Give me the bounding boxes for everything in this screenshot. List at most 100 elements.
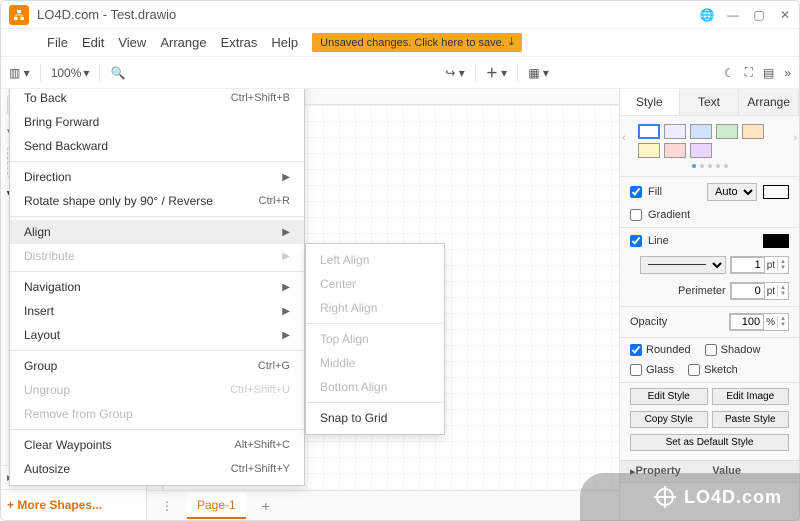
line-checkbox[interactable] [630, 235, 642, 247]
minimize-button[interactable]: — [727, 9, 739, 21]
swatch-next-icon[interactable]: › [793, 132, 797, 144]
swatch-purple[interactable] [690, 143, 712, 158]
connection-icon[interactable]: ↪ ▾ [445, 66, 464, 80]
menu-remove-from-group: Remove from Group [10, 402, 304, 426]
line-color-chip[interactable] [763, 234, 789, 248]
unsaved-changes-banner[interactable]: Unsaved changes. Click here to save. [312, 33, 522, 52]
edit-style-button[interactable]: Edit Style [630, 388, 708, 405]
submenu-top-align: Top Align [306, 327, 444, 351]
fill-color-chip[interactable] [763, 185, 789, 199]
menu-direction[interactable]: Direction▶ [10, 165, 304, 189]
arrange-menu: To FrontCtrl+Shift+F To BackCtrl+Shift+B… [9, 89, 305, 486]
shadow-label: Shadow [721, 344, 761, 356]
theme-icon[interactable]: ☾ [724, 66, 735, 80]
table-icon[interactable]: ▦ ▾ [528, 66, 549, 80]
menu-bring-forward[interactable]: Bring Forward [10, 110, 304, 134]
gradient-label: Gradient [648, 209, 789, 221]
page-menu-icon[interactable]: ⋮ [155, 499, 179, 513]
line-width-stepper[interactable]: pt▲▼ [730, 256, 789, 274]
opacity-stepper[interactable]: %▲▼ [729, 313, 789, 331]
edit-image-button[interactable]: Edit Image [712, 388, 790, 405]
rounded-label: Rounded [646, 344, 691, 356]
zoom-level[interactable]: 100% [51, 66, 82, 80]
swatch-blue[interactable] [690, 124, 712, 139]
format-icon[interactable]: ▤ [763, 66, 774, 80]
menu-insert[interactable]: Insert▶ [10, 299, 304, 323]
close-button[interactable]: ✕ [779, 9, 791, 21]
menu-view[interactable]: View [118, 35, 146, 50]
sketch-label: Sketch [704, 364, 738, 376]
sketch-checkbox[interactable] [688, 364, 700, 376]
tab-text[interactable]: Text [680, 89, 740, 115]
menu-distribute: Distribute▶ [10, 244, 304, 268]
title-bar: LO4D.com - Test.drawio 🌐 — ▢ ✕ [1, 1, 799, 29]
paste-style-button[interactable]: Paste Style [712, 411, 790, 428]
menu-file[interactable]: File [47, 35, 68, 50]
style-swatches: ‹ › [620, 116, 799, 162]
perimeter-stepper[interactable]: pt▲▼ [730, 282, 789, 300]
default-style-button[interactable]: Set as Default Style [630, 434, 789, 451]
crosshair-icon [656, 488, 674, 506]
swatch-red[interactable] [664, 143, 686, 158]
zoom-in-icon[interactable]: 🔍 [110, 66, 125, 80]
collapse-icon[interactable]: » [784, 66, 791, 80]
submenu-middle: Middle [306, 351, 444, 375]
swatch-orange[interactable] [742, 124, 764, 139]
submenu-right-align: Right Align [306, 296, 444, 320]
maximize-button[interactable]: ▢ [753, 9, 765, 21]
glass-label: Glass [646, 364, 674, 376]
submenu-left-align: Left Align [306, 248, 444, 272]
menu-send-backward[interactable]: Send Backward [10, 134, 304, 158]
tab-style[interactable]: Style [620, 89, 680, 115]
perimeter-label: Perimeter [678, 285, 726, 297]
copy-style-button[interactable]: Copy Style [630, 411, 708, 428]
menu-bar: File Edit View Arrange Extras Help Unsav… [1, 29, 799, 57]
tab-arrange[interactable]: Arrange [739, 89, 799, 115]
menu-to-back[interactable]: To BackCtrl+Shift+B [10, 89, 304, 110]
toolbar: ▥ ▾ 100% ▾ 🔍 ↪ ▾ ＋ ▾ ▦ ▾ ☾ ⛶ ▤ » [1, 57, 799, 89]
opacity-label: Opacity [630, 316, 667, 328]
menu-clear-waypoints[interactable]: Clear WaypointsAlt+Shift+C [10, 433, 304, 457]
page-tabs: ⋮ Page-1 + [147, 490, 619, 520]
menu-help[interactable]: Help [271, 35, 298, 50]
shadow-checkbox[interactable] [705, 344, 717, 356]
menu-ungroup: UngroupCtrl+Shift+U [10, 378, 304, 402]
submenu-snap-to-grid[interactable]: Snap to Grid [306, 406, 444, 430]
line-style-select[interactable]: ──────── [640, 256, 726, 274]
fill-label: Fill [648, 186, 701, 198]
window-title: LO4D.com - Test.drawio [37, 7, 701, 22]
menu-extras[interactable]: Extras [221, 35, 258, 50]
swatch-yellow[interactable] [638, 143, 660, 158]
watermark: LO4D.com [580, 473, 800, 521]
menu-align[interactable]: Align▶ [10, 220, 304, 244]
submenu-center: Center [306, 272, 444, 296]
line-label: Line [648, 235, 757, 247]
globe-icon[interactable]: 🌐 [701, 9, 713, 21]
glass-checkbox[interactable] [630, 364, 642, 376]
menu-rotate-90[interactable]: Rotate shape only by 90° / ReverseCtrl+R [10, 189, 304, 213]
menu-edit[interactable]: Edit [82, 35, 104, 50]
app-logo-icon [9, 5, 29, 25]
add-icon[interactable]: ＋ ▾ [486, 64, 507, 81]
watermark-text: LO4D.com [684, 487, 782, 508]
swatch-lavender[interactable] [664, 124, 686, 139]
fill-checkbox[interactable] [630, 186, 642, 198]
fill-mode-select[interactable]: Auto [707, 183, 757, 201]
menu-navigation[interactable]: Navigation▶ [10, 275, 304, 299]
align-submenu: Left Align Center Right Align Top Align … [305, 243, 445, 435]
swatch-prev-icon[interactable]: ‹ [622, 132, 626, 144]
menu-layout[interactable]: Layout▶ [10, 323, 304, 347]
rounded-checkbox[interactable] [630, 344, 642, 356]
menu-autosize[interactable]: AutosizeCtrl+Shift+Y [10, 457, 304, 481]
menu-group[interactable]: GroupCtrl+G [10, 354, 304, 378]
swatch-white[interactable] [638, 124, 660, 139]
add-page-button[interactable]: + [254, 498, 278, 514]
swatch-green[interactable] [716, 124, 738, 139]
menu-arrange[interactable]: Arrange [160, 35, 206, 50]
sidebar-toggle-icon[interactable]: ▥ ▾ [9, 66, 30, 80]
page-tab-1[interactable]: Page-1 [187, 493, 246, 519]
gradient-checkbox[interactable] [630, 209, 642, 221]
more-shapes-button[interactable]: More Shapes... [1, 489, 146, 520]
format-panel: Style Text Arrange ‹ › Fill [619, 89, 799, 520]
fullscreen-icon[interactable]: ⛶ [745, 65, 753, 80]
